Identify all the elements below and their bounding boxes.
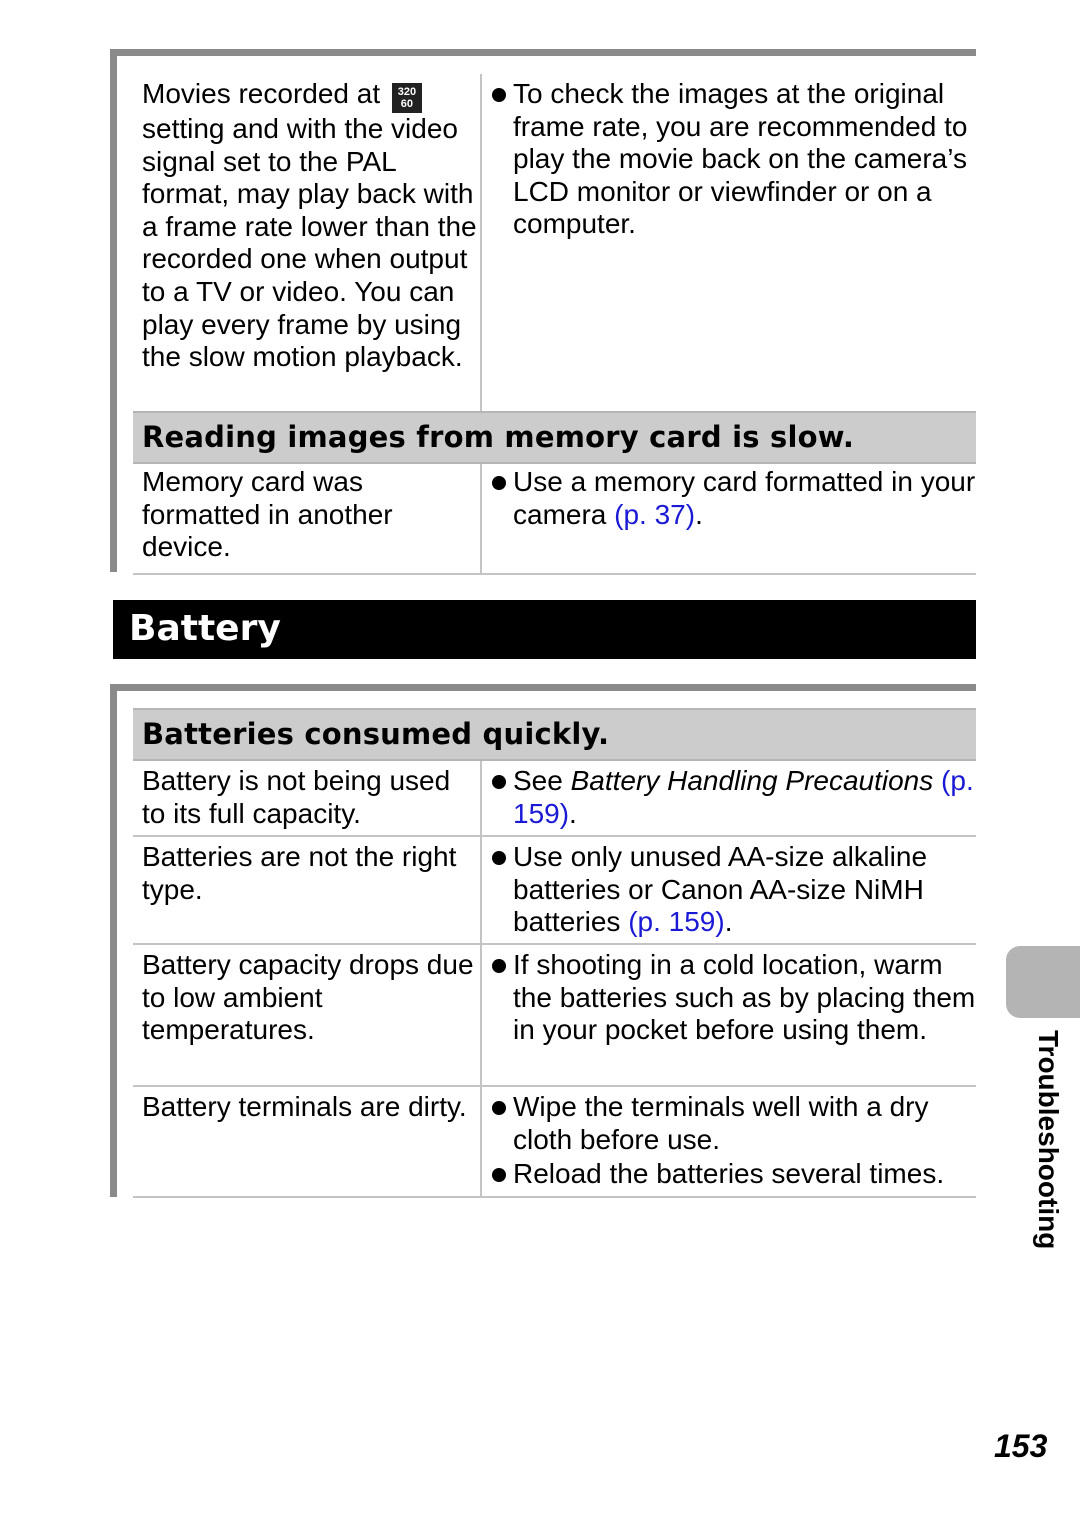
- remedy-item: Use a memory card formatted in your came…: [490, 466, 976, 531]
- page-link-37[interactable]: (p. 37): [614, 499, 695, 530]
- cause-cell: Memory card was formatted in another dev…: [133, 464, 482, 573]
- subheading-reading-slow: Reading images from memory card is slow.: [133, 411, 976, 464]
- remedy-item: If shooting in a cold location, warm the…: [490, 949, 976, 1047]
- troubleshooting-table-movies: Movies recorded at 320 60 setting and wit…: [133, 74, 976, 575]
- table-row: Batteries are not the right type. Use on…: [133, 837, 976, 945]
- cause-text: Battery terminals are dirty.: [142, 1091, 467, 1122]
- remedy-item: Wipe the terminals well with a dry cloth…: [490, 1091, 976, 1156]
- bullet-icon: [492, 1101, 506, 1115]
- table-row: Battery capacity drops due to low ambien…: [133, 945, 976, 1087]
- period: .: [724, 906, 733, 938]
- cause-cell: Battery terminals are dirty.: [133, 1087, 482, 1196]
- cause-cell: Movies recorded at 320 60 setting and wit…: [133, 74, 482, 411]
- troubleshooting-table-battery: Batteries consumed quickly. Battery is n…: [133, 708, 976, 1198]
- cause-text-cont: setting and with the video signal set to…: [142, 113, 477, 373]
- remedy-cell: Use a memory card formatted in your came…: [482, 464, 976, 573]
- remedy-text: Reload the batteries several times.: [513, 1158, 945, 1190]
- bullet-icon: [492, 959, 506, 973]
- remedy-item: To check the images at the original fram…: [490, 78, 976, 241]
- cause-text: Memory card was formatted in another dev…: [142, 466, 393, 563]
- bullet-icon: [492, 1168, 506, 1183]
- remedy-text: To check the images at the original fram…: [513, 78, 968, 240]
- bullet-icon: [492, 851, 506, 865]
- cause-text: Batteries are not the right type.: [142, 841, 457, 905]
- bullet-icon: [492, 476, 506, 490]
- remedy-text: Wipe the terminals well with a dry cloth…: [513, 1091, 929, 1155]
- remedy-text: If shooting in a cold location, warm the…: [513, 949, 976, 1046]
- page-link-159[interactable]: (p. 159): [628, 906, 725, 937]
- bullet-icon: [492, 88, 506, 102]
- chapter-label-text: Troubleshooting: [1033, 1030, 1064, 1250]
- subheading-batteries-consumed: Batteries consumed quickly.: [133, 708, 976, 761]
- precautions-title: Battery Handling Precautions: [570, 765, 934, 796]
- cause-text: Movies recorded at: [142, 78, 381, 109]
- remedy-text: Use a memory card formatted in your came…: [513, 466, 976, 530]
- remedy-cell: To check the images at the original fram…: [482, 74, 976, 411]
- remedy-item: See Battery Handling Precautions (p. 159…: [490, 765, 976, 830]
- remedy-cell: If shooting in a cold location, warm the…: [482, 945, 976, 1085]
- movie-320-60-icon: 320 60: [391, 83, 422, 113]
- table-row: Battery is not being used to its full ca…: [133, 761, 976, 837]
- table-row: Memory card was formatted in another dev…: [133, 464, 976, 575]
- table-row: Movies recorded at 320 60 setting and wit…: [133, 74, 976, 411]
- remedy-item: Use only unused AA-size alkaline batteri…: [490, 841, 976, 939]
- remedy-cell: See Battery Handling Precautions (p. 159…: [482, 761, 976, 835]
- remedy-cell: Wipe the terminals well with a dry cloth…: [482, 1087, 976, 1196]
- section-title-battery: Battery: [113, 600, 976, 659]
- cause-text: Battery is not being used to its full ca…: [142, 765, 451, 829]
- chapter-label: Troubleshooting: [1026, 1030, 1066, 1260]
- period: .: [569, 797, 577, 829]
- chapter-tab: [1006, 946, 1080, 1018]
- remedy-item: Reload the batteries several times.: [490, 1158, 976, 1191]
- period: .: [695, 498, 703, 530]
- cause-cell: Batteries are not the right type.: [133, 837, 482, 943]
- cause-text: Battery capacity drops due to low ambien…: [142, 949, 474, 1046]
- bullet-icon: [492, 775, 506, 789]
- cause-cell: Battery capacity drops due to low ambien…: [133, 945, 482, 1085]
- remedy-cell: Use only unused AA-size alkaline batteri…: [482, 837, 976, 943]
- cause-cell: Battery is not being used to its full ca…: [133, 761, 482, 835]
- table-row: Battery terminals are dirty. Wipe the te…: [133, 1087, 976, 1198]
- page-number: 153: [994, 1428, 1048, 1464]
- remedy-text: See: [513, 765, 571, 796]
